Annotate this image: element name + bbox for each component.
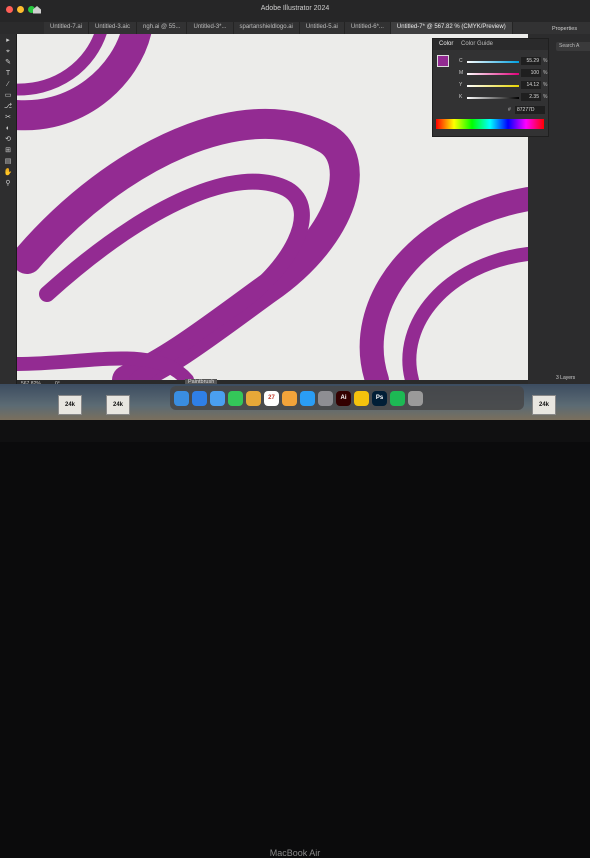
hex-hash: # xyxy=(508,107,511,113)
safari-icon[interactable] xyxy=(192,390,207,406)
tools-panel: ▸ ⌖ ✎ T ∕ ▭ ⎇ ✂ ◐ ⟲ ⊞ ▤ ✋ ⚲ xyxy=(0,34,17,384)
channel-letter: C xyxy=(459,58,463,64)
hex-field[interactable]: 87277D xyxy=(515,106,545,114)
percent-sign: % xyxy=(543,94,548,100)
color-channel-row: C 55.29% xyxy=(459,57,547,67)
channel-slider[interactable] xyxy=(467,85,519,87)
mail-icon[interactable] xyxy=(210,390,225,406)
fill-swatch[interactable] xyxy=(437,55,449,67)
tool-button-icon[interactable]: T xyxy=(3,70,13,78)
channel-slider[interactable] xyxy=(467,97,519,99)
channel-value[interactable]: 100 xyxy=(521,69,541,77)
tab-color-guide[interactable]: Color Guide xyxy=(461,41,493,47)
percent-sign: % xyxy=(543,58,548,64)
chrome-icon[interactable] xyxy=(354,390,369,406)
tool-button-icon[interactable]: ◐ xyxy=(3,125,13,133)
percent-sign: % xyxy=(543,82,548,88)
tool-button-icon[interactable]: ⌖ xyxy=(3,48,13,56)
title-bar: Adobe Illustrator 2024 xyxy=(0,0,590,22)
desktop-file-icon[interactable]: 24k xyxy=(58,395,82,415)
tab-color[interactable]: Color xyxy=(439,41,453,47)
app-title: Adobe Illustrator 2024 xyxy=(260,5,330,12)
tool-button-icon[interactable]: ✋ xyxy=(3,169,13,177)
trash-icon[interactable] xyxy=(408,390,423,406)
document-tab[interactable]: Untitled-5.ai xyxy=(300,22,345,34)
color-panel: Color Color Guide C 55.29% M 100% Y 14.12% K 2.… xyxy=(432,38,549,137)
system-settings-icon[interactable] xyxy=(318,390,333,406)
color-panel-tabs: Color Color Guide xyxy=(433,39,548,50)
document-tab[interactable]: spartanshieldlogo.ai xyxy=(234,22,300,34)
document-tab[interactable]: Untitled-7* @ 567.82 % (CMYK/Preview) xyxy=(390,22,513,34)
tool-button-icon[interactable]: ✂ xyxy=(3,114,13,122)
document-tab[interactable]: Untitled-7.ai xyxy=(44,22,90,34)
tool-button-icon[interactable]: ⟲ xyxy=(3,136,13,144)
percent-sign: % xyxy=(543,70,548,76)
document-tab[interactable]: Untitled-3.aic xyxy=(89,22,138,34)
messages-icon[interactable] xyxy=(228,390,243,406)
document-tab[interactable]: ngh.ai @ 55... xyxy=(137,22,188,34)
tool-button-icon[interactable]: ⊞ xyxy=(3,147,13,155)
document-tab[interactable]: Untitled-6*... xyxy=(345,22,391,34)
channel-value[interactable]: 14.12 xyxy=(521,81,541,89)
tool-button-icon[interactable]: ∕ xyxy=(3,81,13,89)
properties-tab[interactable]: Properties xyxy=(552,26,577,32)
color-channel-row: Y 14.12% xyxy=(459,81,547,91)
photos-icon[interactable] xyxy=(282,390,297,406)
tool-button-icon[interactable]: ⎇ xyxy=(3,103,13,111)
finder-icon[interactable] xyxy=(174,390,189,406)
laptop-bezel: MacBook Air xyxy=(0,420,590,858)
notes-icon[interactable] xyxy=(246,390,261,406)
search-field[interactable]: Search A xyxy=(556,42,590,51)
channel-slider[interactable] xyxy=(467,61,519,63)
channel-value[interactable]: 2.35 xyxy=(521,93,541,101)
channel-letter: M xyxy=(459,70,464,76)
color-spectrum[interactable] xyxy=(436,119,544,129)
color-channel-row: M 100% xyxy=(459,69,547,79)
spotify-icon[interactable] xyxy=(390,390,405,406)
channel-slider[interactable] xyxy=(467,73,519,75)
channel-letter: Y xyxy=(459,82,463,88)
swirl-shape-right-inner xyxy=(402,247,528,380)
brand-label: MacBook Air xyxy=(269,848,321,858)
tool-button-icon[interactable]: ⚲ xyxy=(3,180,13,188)
tool-button-icon[interactable]: ▭ xyxy=(3,92,13,100)
document-tabs: Untitled-7.ai Untitled-3.aic ngh.ai @ 55..… xyxy=(44,22,590,34)
app-store-icon[interactable] xyxy=(300,390,315,406)
layers-count: 3 Layers xyxy=(556,375,576,381)
illustrator-icon[interactable]: Ai xyxy=(336,390,351,406)
tool-button-icon[interactable]: ▤ xyxy=(3,158,13,166)
calendar-icon[interactable]: 27 xyxy=(264,390,279,406)
desktop-file-icon[interactable]: 24k xyxy=(106,395,130,415)
channel-value[interactable]: 55.29 xyxy=(521,57,541,65)
dock: 27 Ai Ps xyxy=(170,386,524,410)
document-tab[interactable]: Untitled-3*... xyxy=(187,22,234,34)
photoshop-icon[interactable]: Ps xyxy=(372,390,387,406)
channel-letter: K xyxy=(459,94,463,100)
screen: Adobe Illustrator 2024 Untitled-7.ai Unti… xyxy=(0,0,590,420)
tool-button-icon[interactable]: ✎ xyxy=(3,59,13,67)
tool-button-icon[interactable]: ▸ xyxy=(3,37,13,45)
color-channel-row: K 2.35% xyxy=(459,93,547,103)
desktop-file-icon[interactable]: 24k xyxy=(532,395,556,415)
